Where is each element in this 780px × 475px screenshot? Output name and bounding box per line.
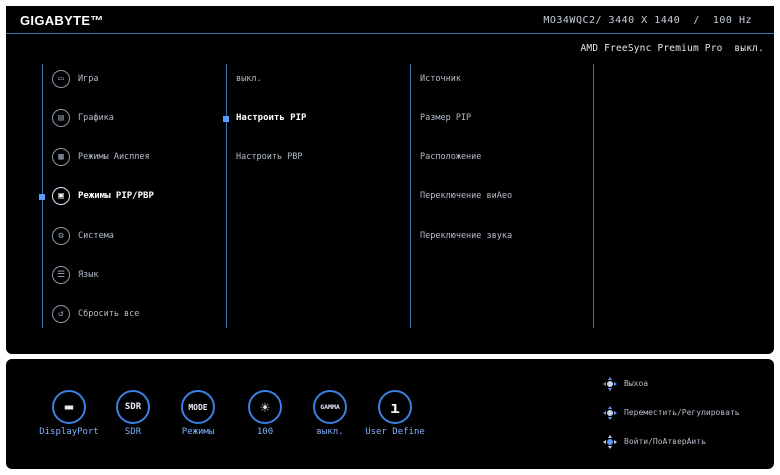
menu-item-display-mode[interactable]: Режимы Аисплея bbox=[78, 152, 150, 162]
hint-exit: Выхоа bbox=[624, 379, 649, 388]
quick-color-temp-label: User Define bbox=[365, 427, 425, 437]
quick-mode-label: Режимы bbox=[181, 427, 215, 437]
input-port-icon[interactable]: ▬ bbox=[52, 390, 86, 424]
system-gear-icon: ⚙ bbox=[52, 227, 70, 245]
quick-sdr-label: SDR bbox=[124, 427, 142, 437]
hint-enter-confirm: Войти/ПоАтверАить bbox=[624, 437, 706, 446]
display-mode-icon: ▦ bbox=[52, 148, 70, 166]
temperature-icon[interactable]: ı bbox=[378, 390, 412, 424]
model-resolution-info: MO34WQC2/ 3440 X 1440 / 100 Hz bbox=[543, 15, 752, 26]
menu-item-system[interactable]: Система bbox=[78, 231, 114, 241]
brand-logo: GIGABYTE™ bbox=[20, 13, 104, 28]
menu-item-language[interactable]: Язык bbox=[78, 270, 98, 280]
hint-move-adjust: Переместить/Регулировать bbox=[624, 408, 740, 417]
option-pip-size[interactable]: Размер PIP bbox=[420, 113, 471, 123]
menu-item-game[interactable]: Игра bbox=[78, 74, 98, 84]
option-source[interactable]: Источник bbox=[420, 74, 461, 84]
brightness-icon[interactable]: ☀ bbox=[248, 390, 282, 424]
quick-gamma-label: выкл. bbox=[316, 427, 344, 437]
picture-icon: ▤ bbox=[52, 109, 70, 127]
sdr-icon[interactable]: SDR bbox=[116, 390, 150, 424]
menu-item-pip-pbp[interactable]: Режимы PIP/PBP bbox=[78, 191, 154, 201]
option-position[interactable]: Расположение bbox=[420, 152, 481, 162]
column-divider bbox=[410, 64, 411, 328]
column-divider bbox=[593, 64, 594, 328]
joystick-enter-icon bbox=[602, 434, 618, 449]
selection-marker bbox=[39, 194, 45, 200]
osd-header: GIGABYTE™ MO34WQC2/ 3440 X 1440 / 100 Hz bbox=[6, 6, 774, 34]
menu-item-picture[interactable]: Графика bbox=[78, 113, 114, 123]
option-audio-swap[interactable]: Переключение звука bbox=[420, 231, 512, 241]
quick-bar-panel: ▬ DisplayPort SDR SDR MODE Режимы ☀ 100 … bbox=[6, 359, 774, 469]
freesync-status: AMD FreeSync Premium Pro выкл. bbox=[580, 43, 764, 54]
quick-input-label: DisplayPort bbox=[39, 427, 99, 437]
column-divider bbox=[226, 64, 227, 328]
mode-icon[interactable]: MODE bbox=[181, 390, 215, 424]
pip-icon: ▣ bbox=[52, 187, 70, 205]
joystick-exit-icon bbox=[602, 376, 618, 391]
submenu-item-off[interactable]: выкл. bbox=[236, 74, 262, 84]
gamepad-icon: ▭ bbox=[52, 70, 70, 88]
language-icon: ☰ bbox=[52, 266, 70, 284]
submenu-item-setup-pbp[interactable]: Настроить PBP bbox=[236, 152, 303, 162]
option-video-swap[interactable]: Переключение виАео bbox=[420, 191, 512, 201]
reset-icon: ↺ bbox=[52, 305, 70, 323]
osd-main-panel: GIGABYTE™ MO34WQC2/ 3440 X 1440 / 100 Hz… bbox=[6, 6, 774, 354]
menu-item-reset-all[interactable]: Сбросить все bbox=[78, 309, 139, 319]
gamma-icon[interactable]: GAMMA bbox=[313, 390, 347, 424]
header-divider bbox=[6, 33, 774, 34]
selection-marker bbox=[223, 116, 229, 122]
submenu-item-setup-pip[interactable]: Настроить PIP bbox=[236, 113, 306, 123]
joystick-move-icon bbox=[602, 405, 618, 420]
quick-brightness-value: 100 bbox=[256, 427, 274, 437]
